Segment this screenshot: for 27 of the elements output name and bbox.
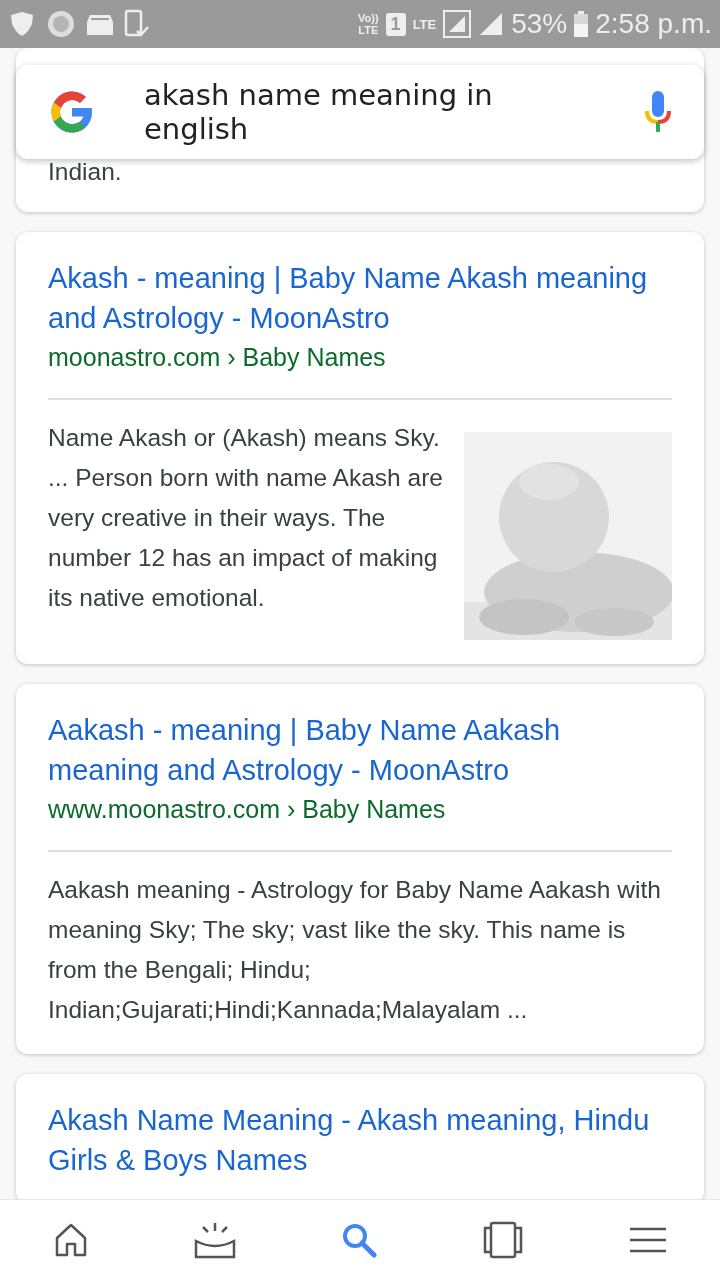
sim-label: 1 xyxy=(385,12,406,36)
volte-label: LTE xyxy=(358,24,379,36)
battery-icon xyxy=(574,11,589,37)
result-snippet: Indian. xyxy=(48,157,123,187)
volte-label: Vo)) xyxy=(358,12,379,24)
search-query: akash name meaning in english xyxy=(144,78,494,146)
result-source[interactable]: moonastro.com › Baby Names xyxy=(48,338,672,376)
battery-percent: 53% xyxy=(511,8,568,40)
result-title-link[interactable]: Aakash - meaning | Baby Name Aakash meaning and Astrology - MoonAstro xyxy=(48,710,672,790)
result-title-link[interactable]: Akash - meaning | Baby Name Akash meaning and Astrology - MoonAstro xyxy=(48,258,672,338)
signal-icon xyxy=(478,11,505,37)
result-snippet: Name Akash or (Akash) means Sky. ... Person born with name Akash are very creative in their ways. The number 12 has an impact of making its native emotional. xyxy=(48,423,444,613)
clock: 2:58 p.m. xyxy=(595,8,712,40)
signal-icon xyxy=(443,10,472,38)
microphone-icon[interactable] xyxy=(644,91,672,133)
result-snippet: Aakash meaning - Astrology for Baby Name Aakash with meaning Sky; The sky; vast like the sky. This name is from the Bengali; Hindu; Indian;Gujarati;Hindi;Kannada;Malayalam ... xyxy=(48,875,662,1025)
circle-icon xyxy=(46,9,76,39)
network-label: LTE xyxy=(412,16,437,32)
search-icon xyxy=(340,1222,377,1258)
result-title-link[interactable]: Akash Name Meaning - Akash meaning, Hindu Girls & Boys Names xyxy=(48,1100,672,1180)
menu-icon xyxy=(629,1227,668,1253)
tray-icon xyxy=(193,1221,236,1259)
cards-icon xyxy=(482,1221,525,1259)
result-source[interactable]: www.moonastro.com › Baby Names xyxy=(48,790,672,828)
tablet-check-icon xyxy=(124,9,150,39)
shield-icon xyxy=(8,10,36,38)
search-bar[interactable]: akash name meaning in english xyxy=(16,65,704,159)
